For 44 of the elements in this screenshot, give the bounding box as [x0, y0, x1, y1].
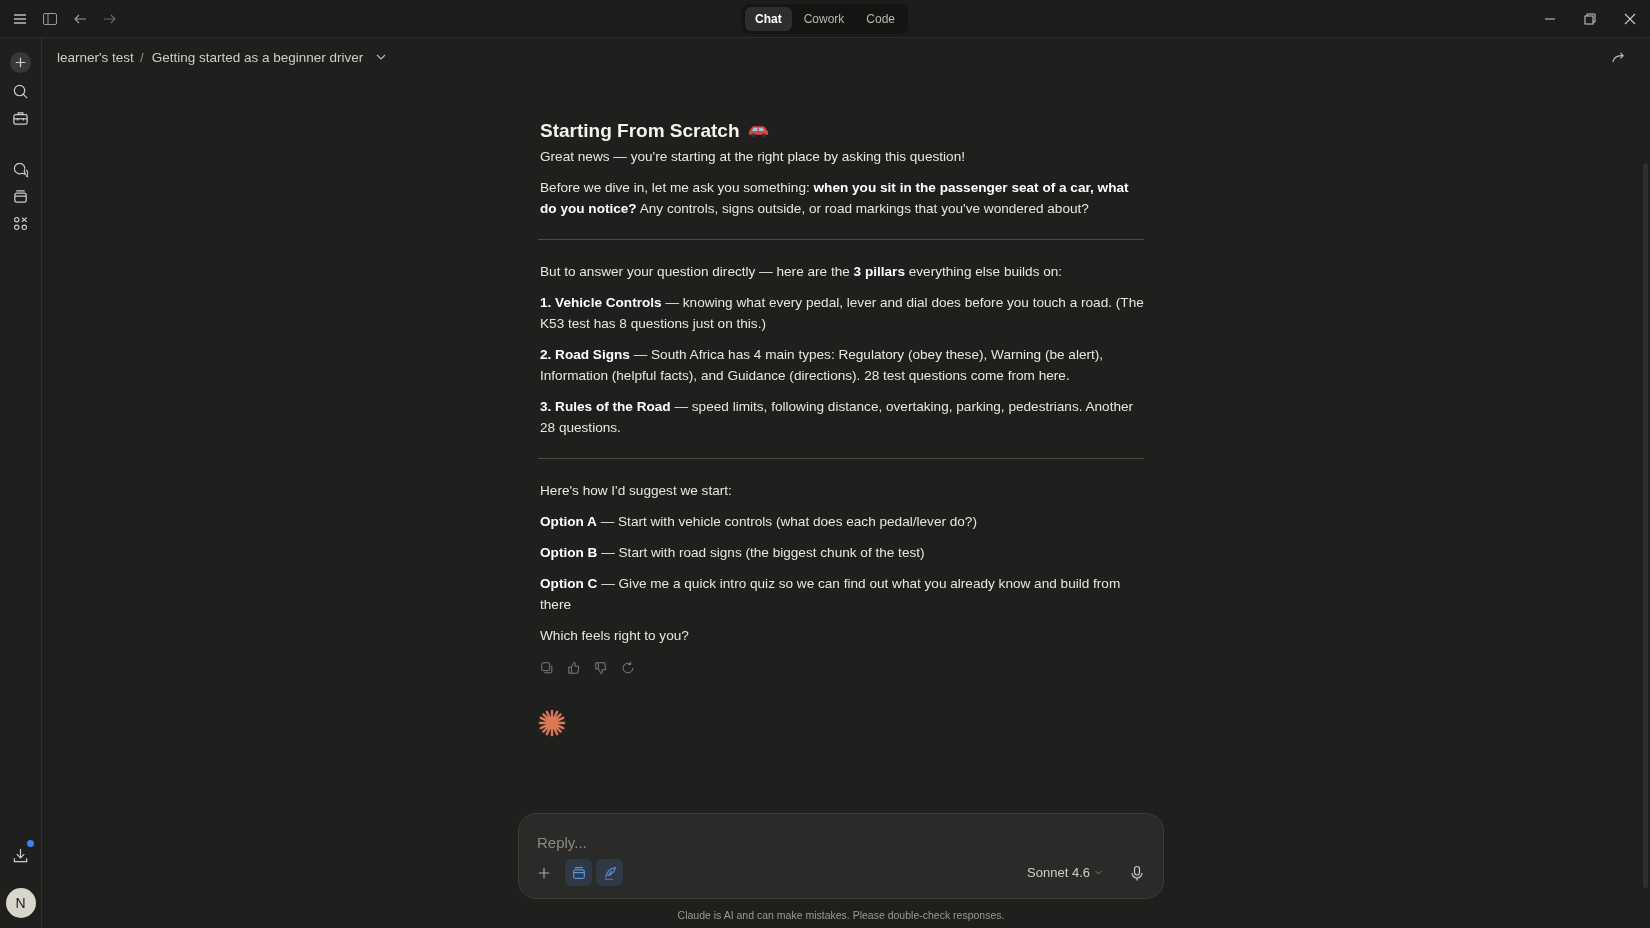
thumbs-up-icon[interactable] — [567, 661, 581, 675]
retry-icon[interactable] — [621, 661, 635, 675]
mode-tab[interactable]: Code — [856, 6, 905, 31]
search-icon[interactable] — [12, 83, 29, 100]
response-paragraph: But to answer your question directly — here are the 3 pillars everything else builds on: — [540, 263, 1064, 281]
projects-icon[interactable] — [12, 188, 29, 205]
folder-icon — [570, 864, 587, 881]
user-avatar[interactable]: N — [5, 888, 36, 918]
response-paragraph: Great news — you're starting at the right place by asking this question! — [540, 148, 966, 166]
disclaimer-text: Claude is AI and can make mistakes. Please double-check responses. — [677, 909, 1005, 921]
message-composer[interactable]: Reply... Sonnet 4.6 — [518, 813, 1164, 899]
project-link[interactable]: learner's test — [57, 49, 134, 65]
reply-input[interactable]: Reply... — [537, 830, 1145, 855]
response-paragraph: Option C — Give me a quick intro quiz so we can find out what you already know and build from there — [540, 575, 1122, 614]
microphone-icon[interactable] — [1129, 864, 1145, 881]
project-toggle[interactable] — [565, 859, 592, 886]
response-paragraph: 1. Vehicle Controls — knowing what every pedal, lever and dial does before you touch a road. (The K53 test has 8 questions just on this.) — [540, 294, 1144, 333]
restore-icon[interactable] — [1582, 10, 1598, 27]
chats-icon[interactable] — [12, 161, 29, 178]
response-paragraph: 3. Rules of the Road — speed limits, following distance, overtaking, parking, pedestrians. Another 28 questions. — [540, 398, 1135, 437]
sidebar-toggle-icon[interactable] — [42, 10, 58, 27]
chat-title[interactable]: Getting started as a beginner driver — [151, 49, 364, 65]
response-paragraph: Before we dive in, let me ask you something: when you sit in the passenger seat of a car, what do you notice? Any controls, signs outside, or road markings that you've wondered about? — [540, 179, 1130, 218]
chevron-down-icon — [1094, 868, 1103, 877]
response-paragraph: Option A — Start with vehicle controls (what does each pedal/lever do?) — [540, 513, 978, 531]
car-icon — [747, 124, 769, 138]
response-paragraph: 2. Road Signs — South Africa has 4 main types: Regulatory (obey these), Warning (be alert), Information (helpful facts), and Guidance (directions). 28 test questions come from here. — [540, 346, 1105, 385]
mode-tab[interactable]: Cowork — [793, 6, 855, 31]
mode-tab[interactable]: Chat — [744, 6, 792, 31]
toolbox-icon[interactable] — [12, 110, 29, 127]
add-icon[interactable] — [537, 865, 551, 880]
apps-icon[interactable] — [12, 215, 29, 232]
style-toggle[interactable] — [596, 859, 623, 886]
model-selector[interactable]: Sonnet 4.6 — [1027, 865, 1103, 880]
response-paragraph: Option B — Start with road signs (the biggest chunk of the test) — [540, 544, 926, 562]
thumbs-down-icon[interactable] — [594, 661, 608, 675]
response-heading: Starting From Scratch — [540, 120, 740, 142]
breadcrumb-separator: / — [139, 49, 144, 65]
copy-icon[interactable] — [540, 661, 554, 675]
spark-logo-icon — [538, 709, 566, 737]
response-paragraph: Here's how I'd suggest we start: — [540, 482, 733, 500]
new-chat-icon[interactable] — [10, 52, 31, 73]
response-paragraph: Which feels right to you? — [540, 627, 690, 645]
download-icon[interactable] — [12, 847, 29, 864]
